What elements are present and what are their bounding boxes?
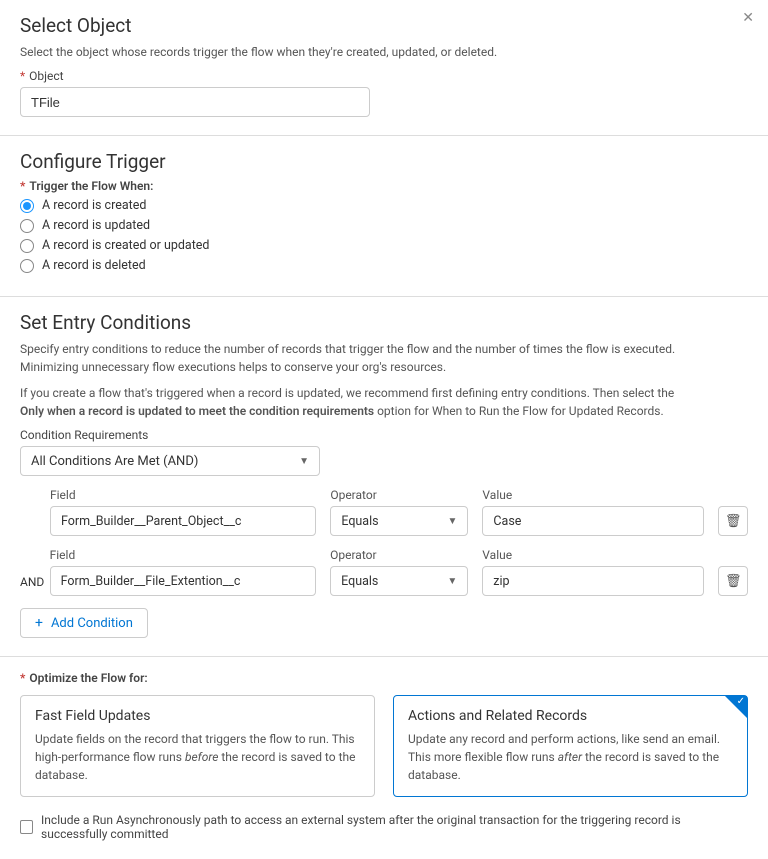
radio-icon: [20, 239, 34, 253]
section-configure-trigger: Configure Trigger Trigger the Flow When:…: [0, 136, 768, 297]
section-title: Set Entry Conditions: [20, 311, 748, 334]
operator-label: Operator: [330, 548, 468, 562]
trigger-when-label: Trigger the Flow When:: [20, 179, 748, 193]
section-description: Specify entry conditions to reduce the n…: [20, 340, 680, 376]
condition-operator-select[interactable]: Equals ▼: [330, 566, 468, 596]
plus-icon: +: [35, 615, 43, 631]
check-icon: [725, 696, 747, 718]
section-entry-conditions: Set Entry Conditions Specify entry condi…: [0, 297, 768, 657]
section-title: Select Object: [20, 14, 748, 37]
close-icon[interactable]: ✕: [742, 10, 754, 26]
condition-row: AND Field Form_Builder__File_Extention__…: [20, 548, 748, 596]
add-condition-button[interactable]: + Add Condition: [20, 608, 148, 638]
card-title: Actions and Related Records: [408, 708, 733, 724]
object-label: Object: [20, 69, 748, 83]
radio-record-updated[interactable]: A record is updated: [20, 218, 748, 233]
select-value: All Conditions Are Met (AND): [31, 454, 198, 469]
card-description: Update fields on the record that trigger…: [35, 730, 360, 784]
condition-operator-select[interactable]: Equals ▼: [330, 506, 468, 536]
checkbox-label: Include a Run Asynchronously path to acc…: [41, 813, 748, 841]
optimize-label: Optimize the Flow for:: [20, 671, 748, 685]
optimize-card-fast-field-updates[interactable]: Fast Field Updates Update fields on the …: [20, 695, 375, 797]
condition-value-input[interactable]: zip: [482, 566, 704, 596]
object-input[interactable]: [20, 87, 370, 117]
logic-operator-label: AND: [20, 575, 50, 596]
radio-label: A record is updated: [42, 218, 150, 233]
condition-field-input[interactable]: Form_Builder__Parent_Object__c: [50, 506, 316, 536]
condition-row: Field Form_Builder__Parent_Object__c Ope…: [50, 488, 748, 536]
chevron-down-icon: ▼: [448, 516, 458, 527]
value-label: Value: [482, 488, 704, 502]
delete-condition-button[interactable]: 🗑: [718, 506, 748, 536]
value-label: Value: [482, 548, 704, 562]
radio-label: A record is deleted: [42, 258, 146, 273]
trash-icon: 🗑: [725, 574, 742, 589]
radio-label: A record is created: [42, 198, 146, 213]
chevron-down-icon: ▼: [447, 576, 457, 587]
radio-record-created-or-updated[interactable]: A record is created or updated: [20, 238, 748, 253]
section-optimize-flow: Optimize the Flow for: Fast Field Update…: [0, 657, 768, 859]
condition-requirements-select[interactable]: All Conditions Are Met (AND) ▼: [20, 446, 320, 476]
section-description-2: If you create a flow that's triggered wh…: [20, 384, 680, 420]
field-label: Field: [50, 488, 316, 502]
section-title: Configure Trigger: [20, 150, 748, 173]
field-label: Field: [50, 548, 317, 562]
checkbox-icon: [20, 820, 33, 834]
section-description: Select the object whose records trigger …: [20, 43, 500, 61]
radio-record-deleted[interactable]: A record is deleted: [20, 258, 748, 273]
radio-icon: [20, 259, 34, 273]
section-select-object: Select Object Select the object whose re…: [0, 0, 768, 136]
add-condition-label: Add Condition: [51, 616, 133, 631]
radio-record-created[interactable]: A record is created: [20, 198, 748, 213]
chevron-down-icon: ▼: [299, 456, 309, 467]
card-title: Fast Field Updates: [35, 708, 360, 724]
delete-condition-button[interactable]: 🗑: [718, 566, 748, 596]
trash-icon: 🗑: [725, 514, 742, 529]
optimize-card-actions-related-records[interactable]: Actions and Related Records Update any r…: [393, 695, 748, 797]
operator-label: Operator: [330, 488, 468, 502]
condition-value-input[interactable]: Case: [482, 506, 704, 536]
radio-icon: [20, 199, 34, 213]
radio-label: A record is created or updated: [42, 238, 210, 253]
condition-field-input[interactable]: Form_Builder__File_Extention__c: [50, 566, 317, 596]
radio-icon: [20, 219, 34, 233]
run-async-checkbox-row[interactable]: Include a Run Asynchronously path to acc…: [20, 813, 748, 841]
card-description: Update any record and perform actions, l…: [408, 730, 733, 784]
condition-requirements-label: Condition Requirements: [20, 428, 748, 442]
